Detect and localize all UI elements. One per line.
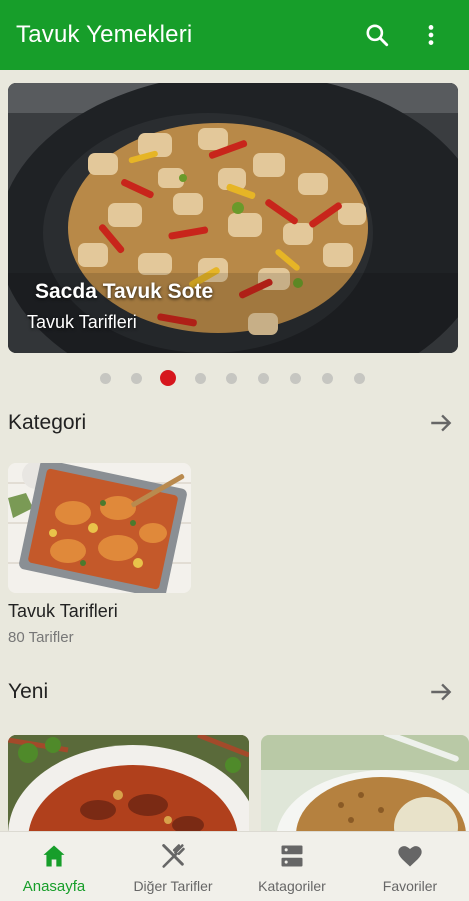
more-vert-icon[interactable]: [416, 20, 446, 50]
page-dot[interactable]: [322, 373, 333, 384]
app-bar: Tavuk Yemekleri: [0, 0, 469, 70]
nav-item-other-recipes[interactable]: Diğer Tarifler: [118, 832, 228, 901]
page-dot[interactable]: [354, 373, 365, 384]
slider-page-indicator: [0, 368, 469, 388]
nav-label: Diğer Tarifler: [133, 878, 213, 894]
fork-knife-icon: [162, 844, 185, 868]
heart-icon: [398, 846, 422, 867]
nav-label: Anasayfa: [22, 878, 86, 895]
category-name: Tavuk Tarifleri: [8, 601, 118, 621]
page-dot-active[interactable]: [160, 370, 176, 386]
slide-title: Sacda Tavuk Sote: [35, 280, 214, 303]
nav-item-home[interactable]: Anasayfa: [8, 832, 100, 901]
category-count: 80 Tarifler: [8, 629, 74, 646]
page-dot[interactable]: [100, 373, 111, 384]
app-title: Tavuk Yemekleri: [16, 21, 193, 48]
arrow-right-icon[interactable]: [428, 410, 454, 436]
new-section-title: Yeni: [8, 680, 49, 703]
nav-item-favorites[interactable]: Favoriler: [364, 832, 456, 901]
recipe-image: [261, 735, 469, 832]
page-dot[interactable]: [226, 373, 237, 384]
slide-category: Tavuk Tarifleri: [27, 312, 137, 332]
categories-icon: [281, 845, 303, 867]
search-icon[interactable]: [362, 20, 392, 50]
page-dot[interactable]: [195, 373, 206, 384]
nav-label: Favoriler: [382, 878, 438, 894]
nav-label: Katagoriler: [258, 878, 326, 894]
page-dot[interactable]: [290, 373, 301, 384]
category-image: [8, 463, 191, 593]
featured-recipe-slider[interactable]: Sacda Tavuk Sote Tavuk Tarifleri: [8, 83, 458, 353]
nav-item-categories[interactable]: Katagoriler: [246, 832, 338, 901]
recipe-card[interactable]: [8, 735, 249, 832]
arrow-right-icon[interactable]: [428, 679, 454, 705]
recipe-card[interactable]: [261, 735, 469, 832]
page-dot[interactable]: [131, 373, 142, 384]
recipe-image: [8, 735, 249, 832]
bottom-navigation: Anasayfa Diğer Tarifler Katagoriler Favo…: [0, 831, 469, 901]
home-icon: [43, 845, 65, 867]
category-section-title: Kategori: [8, 411, 87, 434]
page-dot[interactable]: [258, 373, 269, 384]
category-card[interactable]: [8, 463, 191, 593]
